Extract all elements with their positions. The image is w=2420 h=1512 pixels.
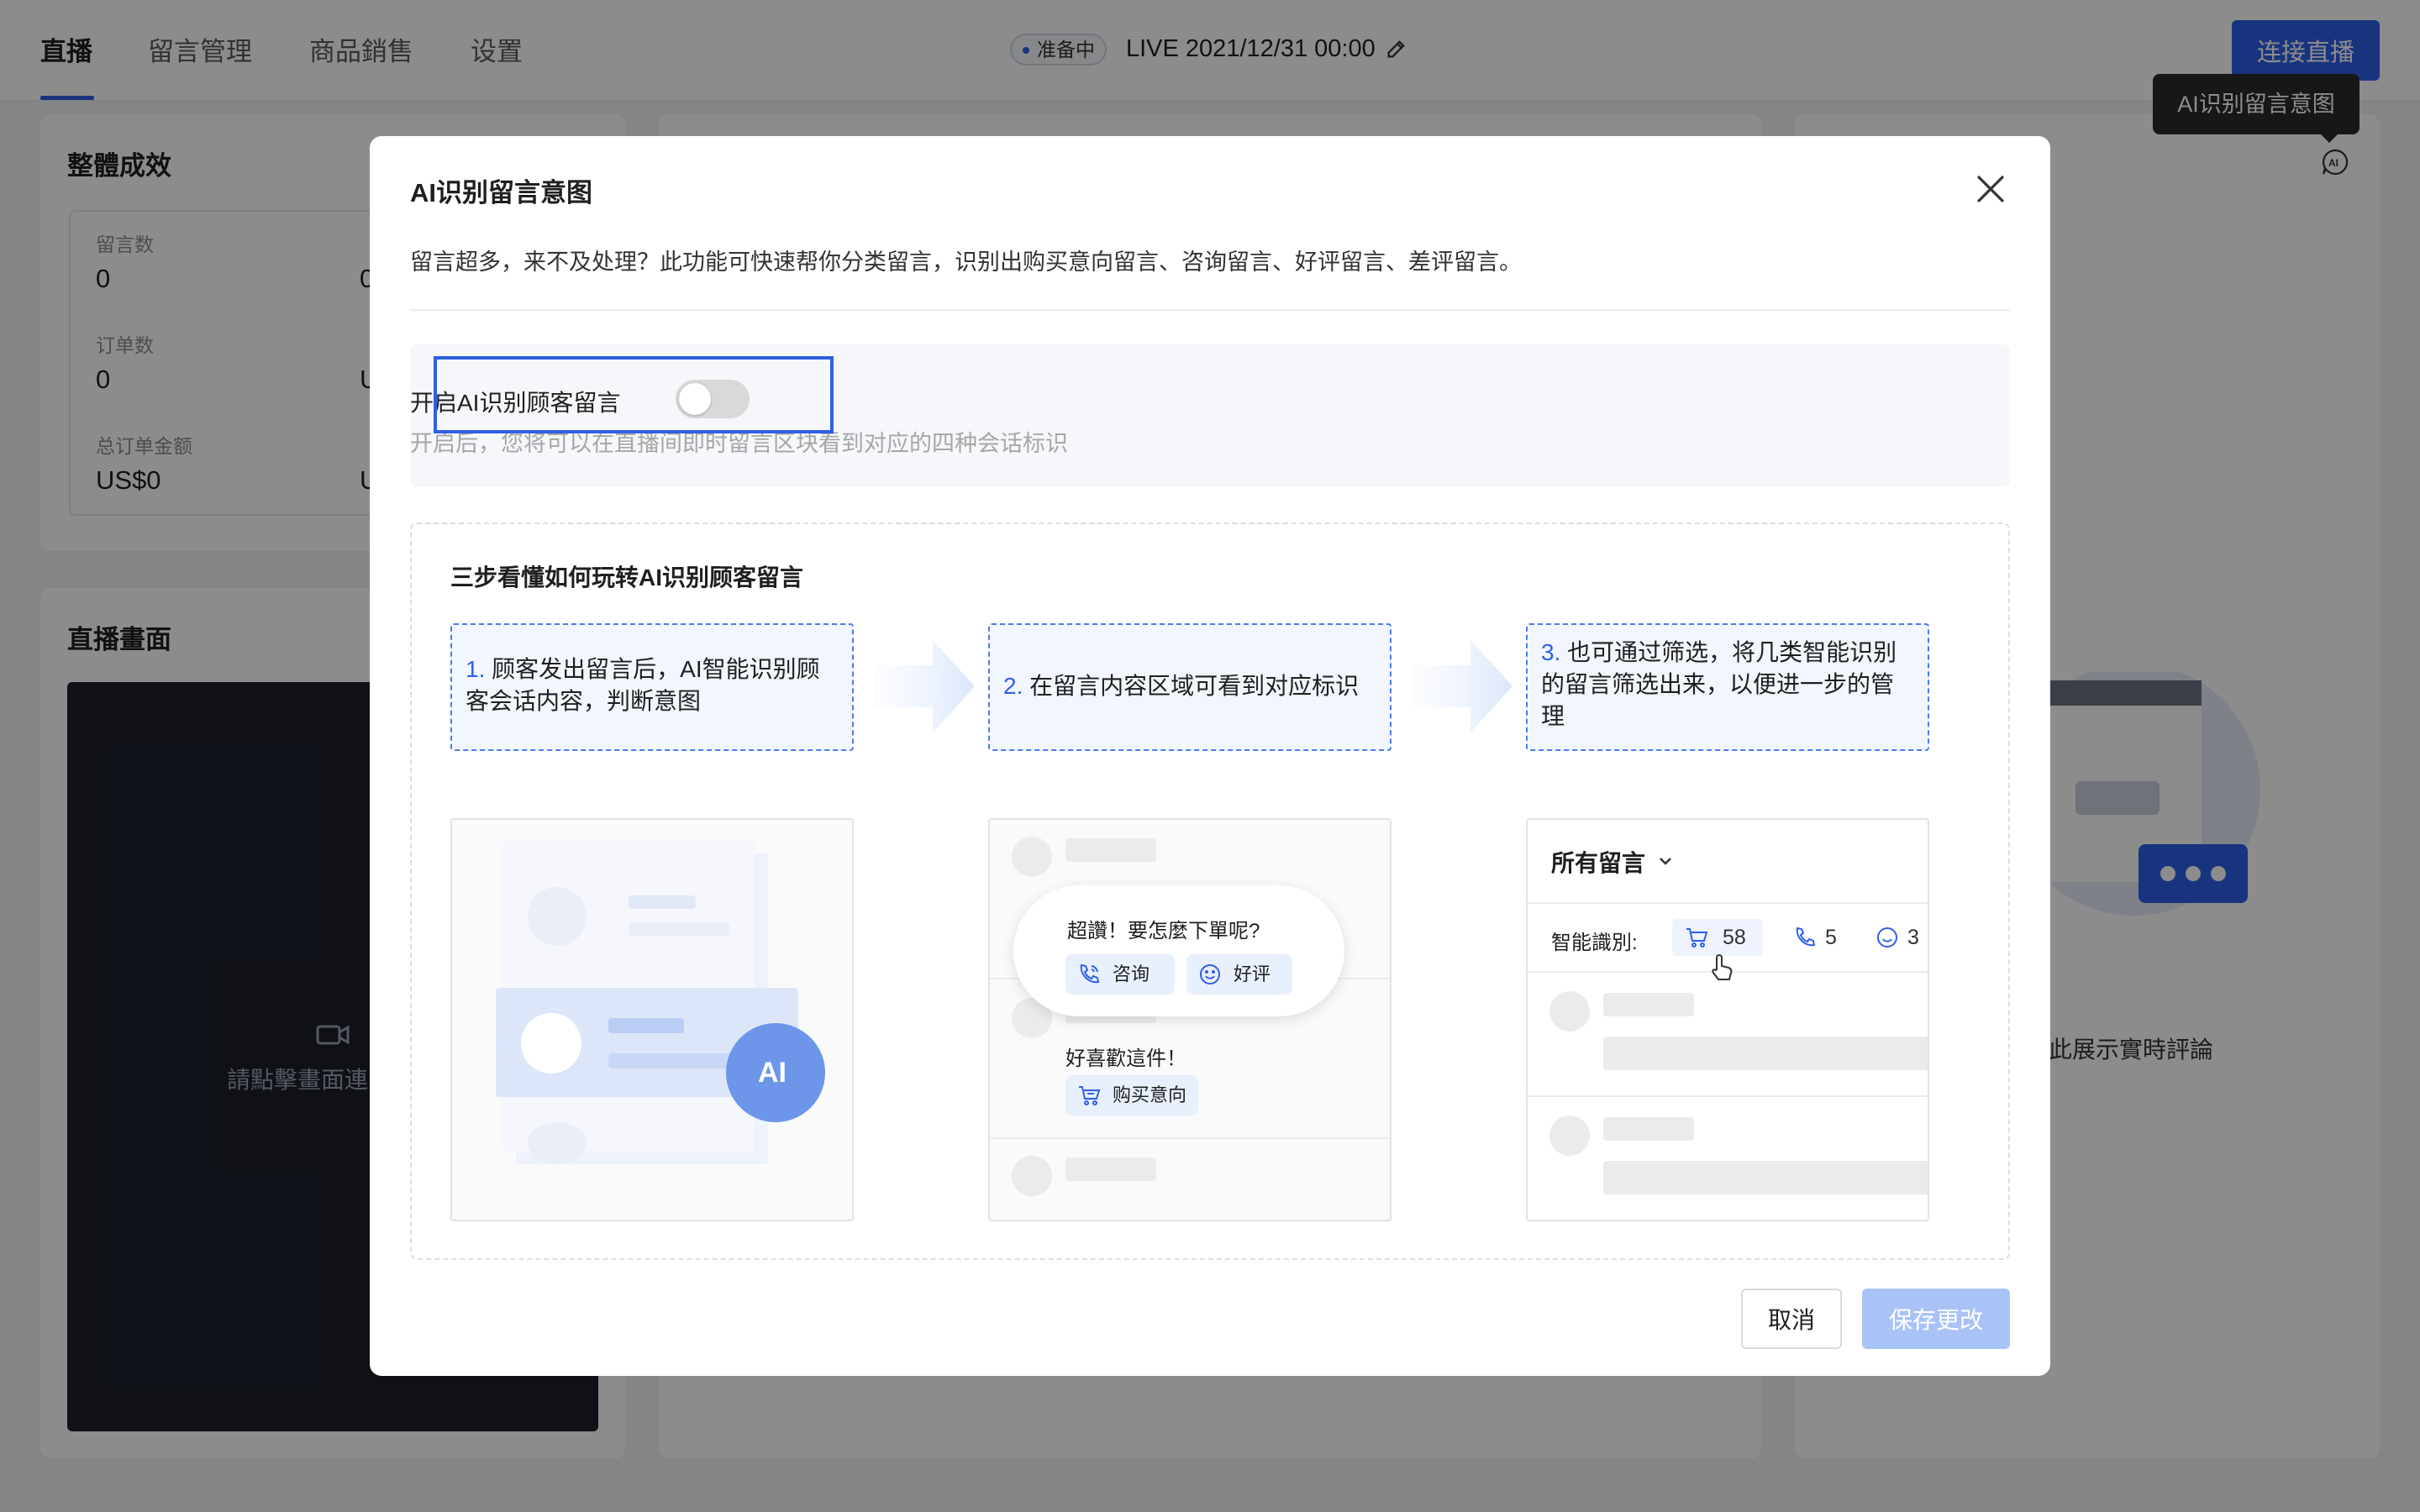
close-icon[interactable]	[1971, 170, 2010, 208]
guide-title: 三步看懂如何玩转AI识别顾客留言	[450, 564, 804, 591]
phone-icon	[1796, 927, 1816, 947]
filter-chip-buy: 58	[1672, 919, 1763, 956]
illustration-filter: 所有留言 智能識別: 58 5 3	[1526, 818, 1929, 1221]
cart-icon	[1079, 1086, 1101, 1105]
sample-comment-text: 好喜歡這件！	[1065, 1047, 1186, 1070]
guide-step-1: 1. 顾客发出留言后，AI智能识别顾客会话内容，判断意图	[450, 623, 854, 751]
tag-label: 购买意向	[1113, 1084, 1187, 1105]
step-number: 3.	[1541, 639, 1561, 665]
skeleton-avatar	[1549, 991, 1590, 1032]
cancel-button[interactable]: 取消	[1741, 1289, 1842, 1349]
filter-chip-consult: 5	[1793, 919, 1852, 956]
smart-filter-label: 智能識別:	[1551, 932, 1638, 954]
skeleton-avatar	[1012, 1156, 1052, 1196]
step-text: 在留言内容区域可看到对应标识	[1029, 673, 1360, 699]
toggle-highlight-box	[434, 356, 834, 433]
bubble-text: 超讚！要怎麼下單呢?	[1067, 920, 1260, 942]
row-divider	[1528, 1095, 1928, 1097]
modal-description: 留言超多，来不及处理？此功能可快速帮你分类留言，识别出购买意向留言、咨询留言、好…	[410, 249, 1522, 275]
step-text: 顾客发出留言后，AI智能识别顾客会话内容，判断意图	[466, 656, 820, 714]
skeleton-line	[1065, 838, 1156, 862]
filter-count: 5	[1825, 926, 1837, 949]
illus-avatar	[528, 887, 587, 946]
illus-avatar	[528, 1122, 587, 1164]
row-divider	[990, 1137, 1390, 1139]
filter-count: 3	[1907, 926, 1919, 949]
save-changes-button[interactable]: 保存更改	[1862, 1289, 2010, 1349]
illustration-comment-tags: 好喜歡這件！ 购买意向 超讚！要怎麼下單呢? 咨询 好评	[988, 818, 1392, 1221]
filter-count: 58	[1723, 926, 1746, 949]
skeleton-avatar	[1549, 1116, 1590, 1156]
tag-praise: 好评	[1186, 954, 1292, 995]
skeleton-line	[1603, 1037, 1928, 1070]
tag-label: 咨询	[1113, 963, 1150, 984]
step-number: 2.	[1003, 673, 1023, 699]
illus-line	[629, 922, 729, 936]
modal-title: AI识别留言意图	[410, 178, 592, 207]
smile-icon	[1200, 964, 1220, 984]
divider	[410, 309, 2010, 311]
illus-line	[608, 1018, 684, 1033]
skeleton-avatar	[1012, 837, 1052, 877]
skeleton-line	[1603, 993, 1694, 1016]
step-number: 1.	[466, 656, 486, 682]
step-arrow-icon	[1412, 640, 1512, 732]
step-arrow-icon	[874, 640, 975, 732]
skeleton-line	[1603, 1161, 1928, 1194]
comment-bubble: 超讚！要怎麼下單呢? 咨询 好评	[1013, 885, 1344, 1016]
step-text: 也可通过筛选，将几类智能识别的留言筛选出来，以便进一步的管理	[1541, 639, 1897, 729]
hand-cursor-icon	[1712, 954, 1733, 980]
skeleton-line	[1065, 1158, 1156, 1181]
tag-consult: 咨询	[1065, 954, 1175, 995]
guide-step-2: 2. 在留言内容区域可看到对应标识	[988, 623, 1392, 751]
tag-buy-intent: 购买意向	[1065, 1075, 1199, 1116]
smile-icon	[1877, 927, 1897, 948]
filter-dropdown-label: 所有留言	[1551, 850, 1646, 876]
ai-badge-label: AI	[758, 1057, 786, 1089]
tag-label: 好评	[1234, 963, 1271, 984]
illus-avatar	[521, 1013, 581, 1074]
illustration-ai-recognition: AI	[450, 818, 854, 1221]
ai-intent-modal: AI识别留言意图 留言超多，来不及处理？此功能可快速帮你分类留言，识别出购买意向…	[370, 136, 2050, 1376]
skeleton-line	[1603, 1117, 1694, 1141]
illus-line	[629, 895, 696, 909]
chevron-down-icon	[1660, 858, 1671, 865]
cart-icon	[1686, 928, 1708, 948]
guide-step-3: 3. 也可通过筛选，将几类智能识别的留言筛选出来，以便进一步的管理	[1526, 623, 1929, 751]
filter-chip-praise: 3	[1876, 919, 1928, 956]
phone-icon	[1080, 963, 1100, 984]
